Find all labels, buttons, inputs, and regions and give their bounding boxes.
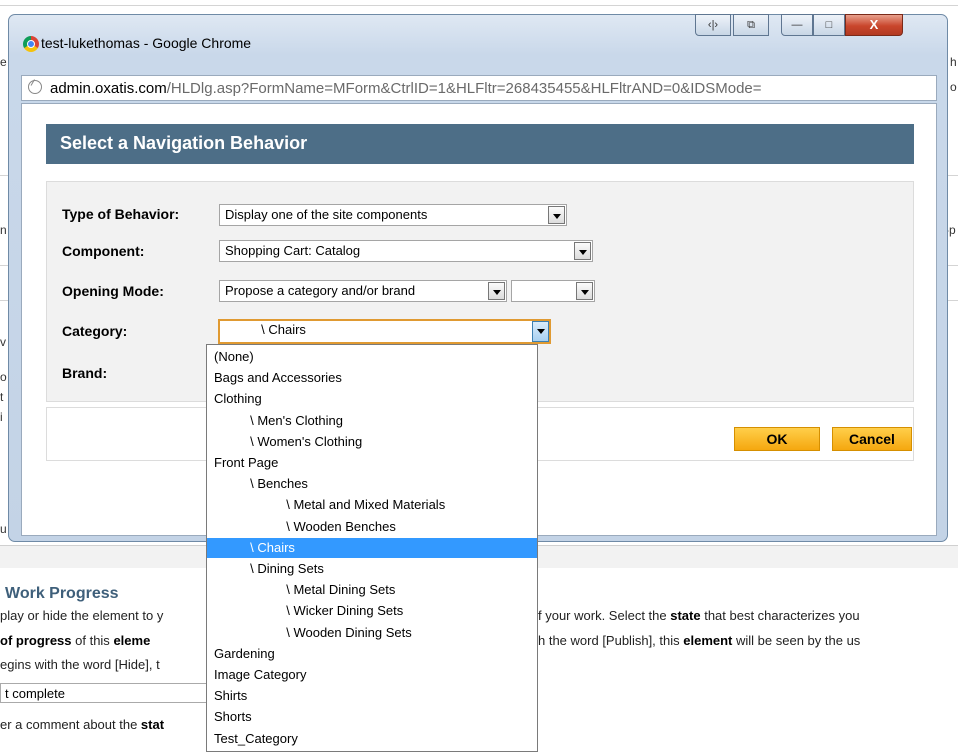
work-progress-title: Work Progress (5, 585, 119, 602)
chevron-down-icon[interactable] (576, 282, 593, 300)
chevron-down-icon[interactable] (548, 206, 565, 224)
dialog-title: Select a Navigation Behavior (60, 133, 308, 153)
dialog-header: Select a Navigation Behavior (46, 124, 914, 164)
dropdown-option[interactable]: \ Wicker Dining Sets (207, 601, 537, 621)
dropdown-option[interactable]: \ Benches (207, 474, 537, 494)
work-progress-text: f your work. Select the state that best … (538, 608, 860, 623)
type-of-behavior-select[interactable]: Display one of the site components (219, 204, 567, 226)
category-select[interactable]: \ Chairs (218, 319, 551, 344)
category-dropdown-list[interactable]: (None) Bags and Accessories Clothing \ Men… (206, 344, 538, 752)
cancel-button[interactable]: Cancel (832, 427, 912, 451)
bg-text-fragment: o (950, 80, 957, 94)
bg-text-fragment: o (0, 370, 7, 384)
address-url: admin.oxatis.com/HLDlg.asp?FormName=MFor… (50, 80, 762, 97)
ok-button[interactable]: OK (734, 427, 820, 451)
chevron-down-icon[interactable] (532, 321, 549, 342)
dropdown-option[interactable]: (None) (207, 347, 537, 367)
window-title: test-lukethomas - Google Chrome (41, 35, 252, 51)
copy-button[interactable]: ⧉ (733, 14, 769, 36)
component-select[interactable]: Shopping Cart: Catalog (219, 240, 593, 262)
address-bar[interactable]: admin.oxatis.com/HLDlg.asp?FormName=MFor… (21, 75, 937, 101)
code-view-button[interactable]: ‹|› (695, 14, 731, 36)
bg-text-fragment: v (0, 335, 6, 349)
bg-text-fragment: n (0, 223, 7, 237)
dropdown-option[interactable]: \ Women's Clothing (207, 432, 537, 452)
close-button[interactable]: X (845, 14, 903, 36)
dropdown-option[interactable]: \ Metal and Mixed Materials (207, 495, 537, 515)
dropdown-option[interactable]: \ Wooden Benches (207, 517, 537, 537)
type-of-behavior-label: Type of Behavior: (62, 206, 180, 222)
state-select[interactable]: t complete (0, 683, 210, 703)
minimize-button[interactable]: — (781, 14, 813, 36)
dropdown-option[interactable]: Image Category (207, 665, 537, 685)
bg-text-fragment: u (0, 522, 7, 536)
dropdown-option[interactable]: \ Chairs (207, 537, 537, 558)
bg-text-fragment: e (0, 55, 7, 69)
work-progress-text: h the word [Publish], this element will … (538, 633, 861, 648)
bg-text-fragment: t (0, 390, 4, 404)
work-progress-text: of progress of this eleme (0, 633, 151, 648)
opening-mode-secondary-select[interactable] (511, 280, 595, 302)
dropdown-option[interactable]: \ Dining Sets (207, 559, 537, 579)
dropdown-option[interactable]: Gardening (207, 644, 537, 664)
dropdown-option[interactable]: Clothing (207, 389, 537, 409)
dropdown-option[interactable]: Front Page (207, 453, 537, 473)
work-progress-text: er a comment about the stat (0, 717, 165, 732)
chrome-logo-icon (23, 36, 39, 52)
work-progress-text: play or hide the element to y (0, 608, 164, 623)
dropdown-option[interactable]: Test_Category (207, 729, 537, 749)
chevron-down-icon[interactable] (488, 282, 505, 300)
dropdown-option[interactable]: Bags and Accessories (207, 368, 537, 388)
dropdown-option[interactable]: Shirts (207, 686, 537, 706)
brand-label: Brand: (62, 365, 108, 381)
dropdown-option[interactable]: Shorts (207, 707, 537, 727)
component-label: Component: (62, 243, 145, 259)
work-progress-text: egins with the word [Hide], t (0, 657, 160, 672)
dropdown-option[interactable]: \ Metal Dining Sets (207, 580, 537, 600)
bg-text-fragment: i (0, 410, 3, 424)
page-info-icon[interactable] (28, 80, 42, 94)
opening-mode-label: Opening Mode: (62, 283, 164, 299)
chevron-down-icon[interactable] (574, 242, 591, 260)
bg-text-fragment: h (950, 55, 957, 69)
maximize-button[interactable]: □ (813, 14, 845, 36)
opening-mode-select[interactable]: Propose a category and/or brand (219, 280, 507, 302)
category-label: Category: (62, 323, 128, 339)
divider (0, 5, 958, 6)
dropdown-option[interactable]: \ Wooden Dining Sets (207, 623, 537, 643)
dropdown-option[interactable]: \ Men's Clothing (207, 411, 537, 431)
